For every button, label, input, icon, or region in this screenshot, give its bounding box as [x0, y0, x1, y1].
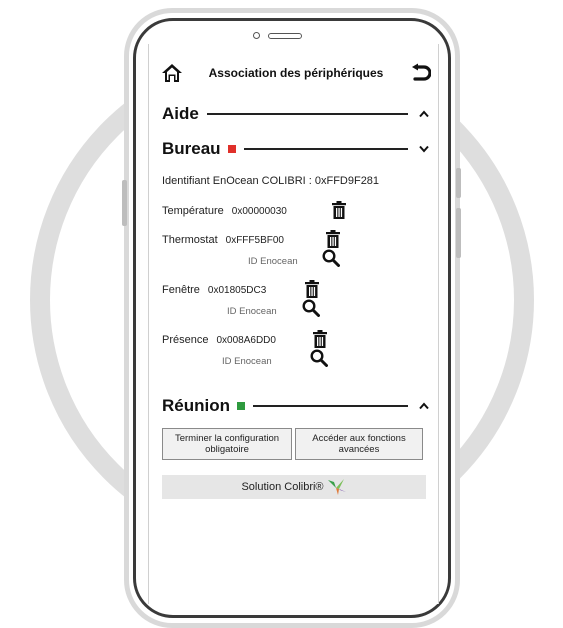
device-label: Température: [162, 205, 224, 217]
phone-volume-up-button: [456, 168, 461, 198]
footer-label: Solution Colibri®: [241, 481, 324, 493]
trash-icon[interactable]: [312, 330, 328, 348]
app-header: Association des périphériques: [160, 56, 432, 90]
chevron-down-icon[interactable]: [418, 143, 430, 155]
camera-dot: [253, 32, 260, 39]
enocean-id-label: ID Enocean: [227, 306, 277, 317]
phone-volume-down-button: [456, 208, 461, 258]
device-label: Présence: [162, 334, 209, 346]
home-icon[interactable]: [160, 61, 184, 85]
device-row-temperature: Température 0x00000030: [162, 202, 287, 220]
section-divider: [243, 148, 408, 150]
device-row-fenetre: Fenêtre 0x01805DC3: [162, 281, 266, 299]
undo-arrow-icon[interactable]: [408, 61, 432, 85]
status-square: [237, 402, 245, 410]
section-aide-title: Aide: [162, 104, 199, 123]
advanced-functions-button[interactable]: Accéder aux fonctions avancées: [295, 428, 423, 460]
device-id: 0xFFF5BF00: [225, 234, 284, 246]
device-id: 0x008A6DD0: [216, 334, 276, 346]
trash-icon[interactable]: [331, 201, 347, 219]
trash-icon[interactable]: [325, 230, 341, 248]
chevron-up-icon[interactable]: [418, 108, 430, 120]
chevron-up-icon[interactable]: [418, 400, 430, 412]
trash-icon[interactable]: [304, 280, 320, 298]
device-label: Thermostat: [162, 234, 218, 246]
enocean-id-label: ID Enocean: [248, 256, 298, 267]
device-row-thermostat: Thermostat 0xFFF5BF00: [162, 231, 284, 249]
speaker-slot: [268, 33, 302, 39]
section-divider: [253, 405, 408, 407]
enocean-identifier: Identifiant EnOcean COLIBRI : 0xFFD9F281: [162, 175, 380, 187]
device-label: Fenêtre: [162, 284, 200, 296]
search-icon[interactable]: [322, 249, 340, 267]
device-row-presence: Présence 0x008A6DD0: [162, 331, 276, 349]
section-bureau-header[interactable]: Bureau: [162, 137, 430, 161]
page-title: Association des périphériques: [208, 66, 384, 80]
section-reunion-header[interactable]: Réunion: [162, 394, 430, 418]
finish-configuration-button[interactable]: Terminer la configuration obligatoire: [162, 428, 292, 460]
phone-screen: [148, 44, 439, 604]
footer-bar: Solution Colibri®: [162, 475, 426, 499]
section-bureau-title: Bureau: [162, 139, 221, 158]
section-reunion-title: Réunion: [162, 396, 230, 415]
device-id: 0x01805DC3: [207, 284, 267, 296]
section-aide-header[interactable]: Aide: [162, 102, 430, 126]
device-id: 0x00000030: [231, 205, 287, 217]
status-square: [227, 145, 236, 153]
colibri-bird-icon: [327, 479, 346, 495]
section-divider: [206, 113, 408, 115]
search-icon[interactable]: [302, 299, 320, 317]
search-icon[interactable]: [310, 349, 328, 367]
phone-side-button: [122, 180, 127, 226]
enocean-id-label: ID Enocean: [222, 356, 272, 367]
